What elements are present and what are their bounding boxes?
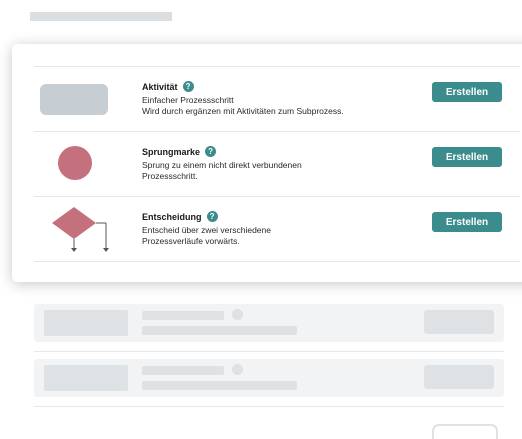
element-option-activity: Aktivität ? Einfacher Prozessschritt Wir… xyxy=(34,66,520,131)
element-description: Entscheid über zwei verschiedene Prozess… xyxy=(142,225,271,246)
skeleton-button xyxy=(424,310,494,334)
jump-mark-shape-icon xyxy=(58,146,92,180)
skeleton-corner-button xyxy=(432,424,498,439)
skeleton-text xyxy=(142,311,224,320)
page: Aktivität ? Einfacher Prozessschritt Wir… xyxy=(0,0,522,439)
decision-shape-icon xyxy=(52,207,109,252)
help-icon[interactable]: ? xyxy=(182,81,194,92)
skeleton-text xyxy=(142,381,297,390)
element-option-jump-mark: Sprungmarke ? Sprung zu einem nicht dire… xyxy=(34,131,520,196)
skeleton-header-bar xyxy=(30,12,172,21)
skeleton-button xyxy=(424,365,494,389)
create-jump-mark-button[interactable]: Erstellen xyxy=(432,147,502,167)
help-icon[interactable]: ? xyxy=(206,211,218,222)
element-title: Aktivität xyxy=(142,81,178,92)
element-description: Einfacher Prozessschritt Wird durch ergä… xyxy=(142,95,344,116)
element-description: Sprung zu einem nicht direkt verbundenen… xyxy=(142,160,302,181)
activity-shape-icon xyxy=(40,84,108,115)
skeleton-list-item xyxy=(34,359,504,397)
skeleton-text xyxy=(142,326,297,335)
create-activity-button[interactable]: Erstellen xyxy=(432,82,502,102)
skeleton-thumbnail xyxy=(44,310,128,336)
element-title: Sprungmarke xyxy=(142,146,201,157)
create-element-popover: Aktivität ? Einfacher Prozessschritt Wir… xyxy=(12,44,522,282)
skeleton-divider xyxy=(34,351,504,352)
skeleton-list-item xyxy=(34,304,504,342)
element-title: Entscheidung xyxy=(142,211,202,222)
skeleton-text xyxy=(142,366,224,375)
skeleton-dot xyxy=(232,364,243,375)
element-option-decision: Entscheidung ? Entscheid über zwei versc… xyxy=(34,196,520,262)
skeleton-thumbnail xyxy=(44,365,128,391)
help-icon[interactable]: ? xyxy=(205,146,217,157)
skeleton-dot xyxy=(232,309,243,320)
skeleton-divider xyxy=(34,406,504,407)
create-decision-button[interactable]: Erstellen xyxy=(432,212,502,232)
